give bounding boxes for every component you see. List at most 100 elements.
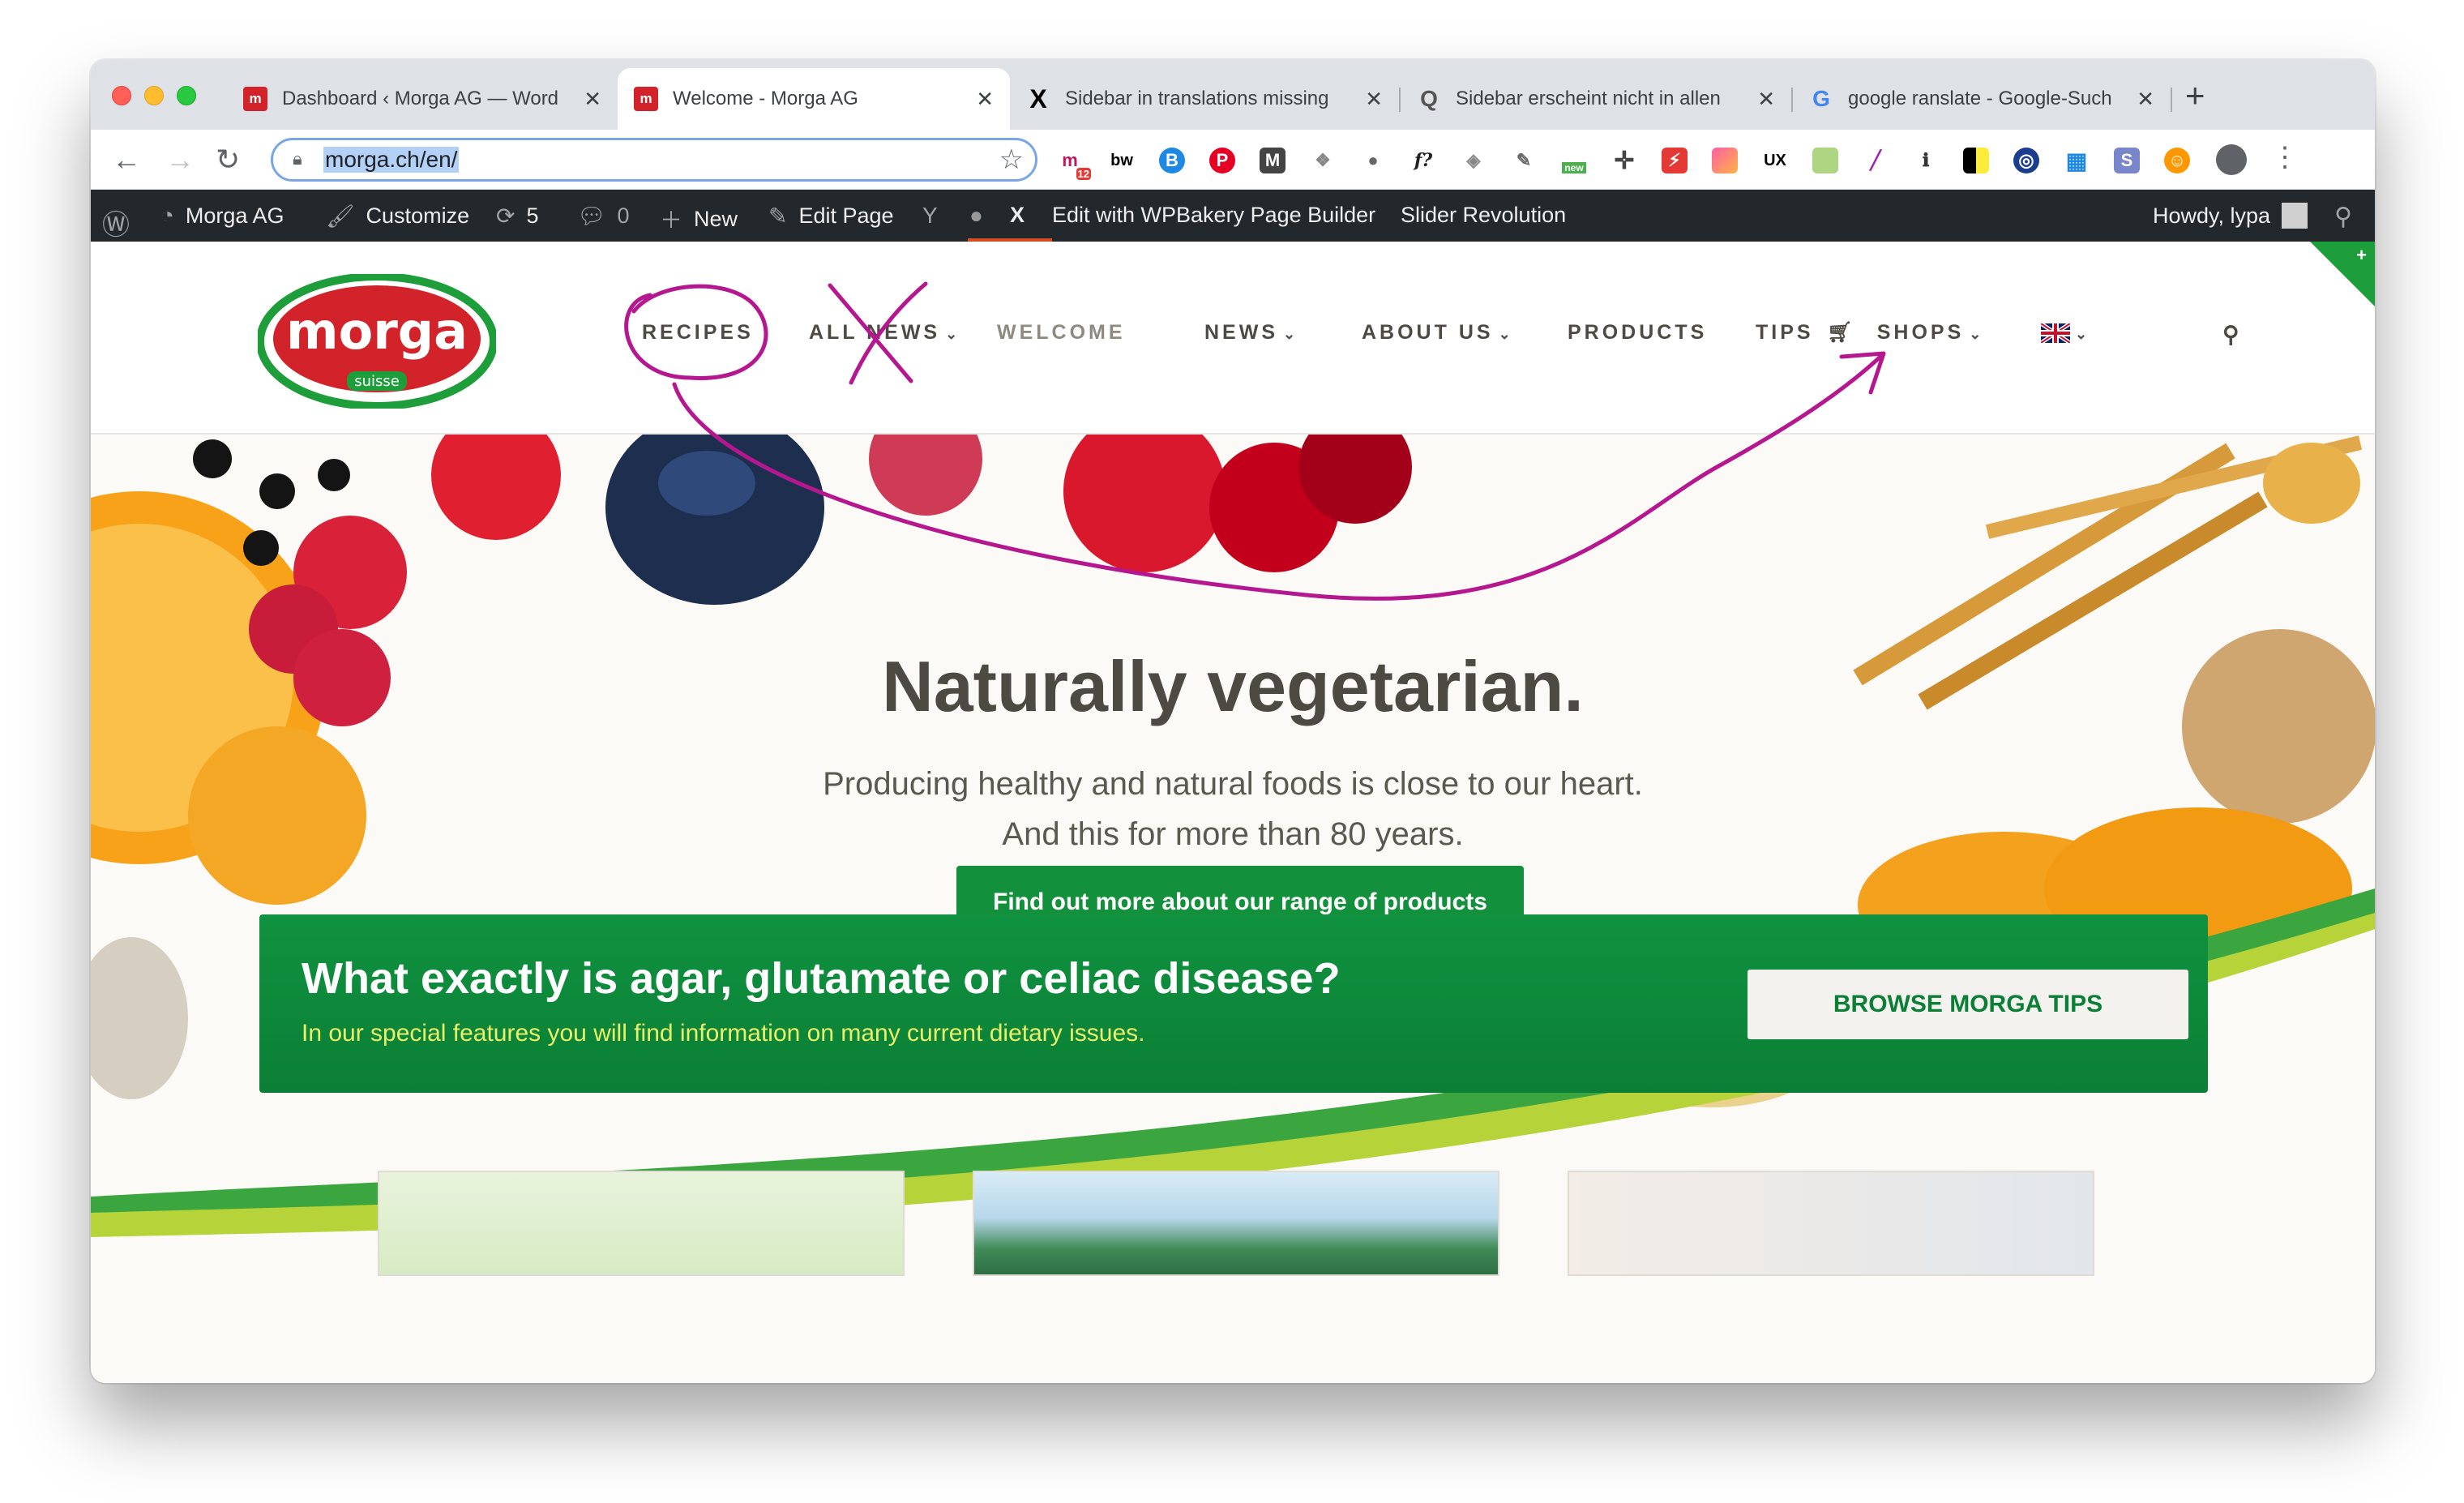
comment-bubble-icon: 💬︎ (577, 203, 606, 229)
address-bar[interactable]: 🔒︎ morga.ch/en/ ☆ (271, 138, 1037, 182)
teaser-card-landscape[interactable] (973, 1171, 1499, 1276)
extension-yellow-icon[interactable] (1963, 148, 1989, 173)
minimize-window-button[interactable] (144, 86, 164, 105)
profile-avatar-icon[interactable] (2216, 144, 2247, 175)
plus-icon[interactable]: + (2356, 245, 2367, 266)
nav-news[interactable]: NEWS ⌄ (1204, 321, 1295, 345)
cart-icon: 🛒︎ (1827, 321, 1853, 344)
eyedropper-icon[interactable]: ✎ (1511, 148, 1537, 173)
tab-sidebar-erscheint[interactable]: Q Sidebar erscheint nicht in allen ✕ (1401, 68, 1791, 130)
nav-shops[interactable]: 🛒︎ SHOPS ⌄ (1827, 321, 1981, 345)
extension-new-icon[interactable]: new (1561, 148, 1587, 173)
language-switcher[interactable]: ⌄ (2039, 321, 2088, 345)
updates-icon: ⟳ (496, 203, 515, 229)
ab-wpbakery[interactable]: Edit with WPBakery Page Builder (1052, 203, 1375, 228)
close-window-button[interactable] (112, 86, 131, 105)
color-picker-icon[interactable] (1712, 148, 1738, 173)
bookmark-star-icon[interactable]: ☆ (999, 143, 1024, 176)
site-header: morga suisse RECIPES ALL NEWS ⌄ WELCOME N… (91, 242, 2375, 435)
ab-updates[interactable]: ⟳ 5 (496, 203, 539, 229)
tab-sidebar-missing[interactable]: X Sidebar in translations missing ✕ (1010, 68, 1399, 130)
wordpress-logo-icon[interactable]: Ⓦ (102, 203, 141, 242)
ab-howdy[interactable]: Howdy, lypa (2153, 203, 2308, 229)
extension-leaf-icon[interactable]: ❖ (1310, 148, 1336, 173)
extension-bw-icon[interactable]: bw (1109, 148, 1135, 173)
ab-comments[interactable]: 💬︎ 0 (577, 203, 630, 229)
tab-welcome[interactable]: m Welcome - Morga AG ✕ (618, 68, 1010, 130)
info-icon[interactable]: ℹ (1913, 148, 1939, 173)
customize-label: Customize (366, 203, 470, 228)
nav-about-us[interactable]: ABOUT US ⌄ (1362, 321, 1511, 345)
extension-orange-icon[interactable]: ☺ (2164, 148, 2190, 173)
gmail-m-icon[interactable]: M (1260, 148, 1285, 173)
nav-tips[interactable]: TIPS (1756, 321, 1814, 345)
close-icon[interactable]: ✕ (584, 87, 601, 112)
web-page: morga suisse RECIPES ALL NEWS ⌄ WELCOME N… (91, 242, 2375, 1383)
nav-shops-label: SHOPS (1876, 321, 1965, 344)
close-icon[interactable]: ✕ (1757, 87, 1775, 112)
tab-title: Dashboard ‹ Morga AG — Word (282, 88, 559, 109)
ab-site-name[interactable]: ◔ Morga AG (160, 203, 284, 229)
search-icon[interactable]: ⚲ (2334, 203, 2363, 231)
extension-green-icon[interactable] (1812, 148, 1838, 173)
tab-google[interactable]: G google ranslate - Google-Such ✕ (1793, 68, 2171, 130)
pen-icon[interactable]: ╱ (1863, 148, 1889, 173)
extension-bolt-icon[interactable]: ⚡︎ (1662, 148, 1688, 173)
site-search-icon[interactable]: ⚲ (2222, 321, 2243, 348)
ab-new[interactable]: ＋ New (660, 203, 738, 235)
banner-title: What exactly is agar, glutamate or celia… (302, 954, 1341, 1003)
ab-slider-revolution[interactable]: Slider Revolution (1401, 203, 1566, 228)
new-label: New (694, 206, 738, 231)
wp-admin-bar: Ⓦ ◔ Morga AG 🖌︎ Customize ⟳ 5 💬︎ 0 ＋ New… (91, 190, 2375, 242)
address-url[interactable]: morga.ch/en/ (323, 147, 460, 173)
back-arrow-icon[interactable]: ← (112, 143, 141, 177)
ab-customize[interactable]: 🖌︎ Customize (326, 203, 469, 229)
zoom-window-button[interactable] (177, 86, 196, 105)
howdy-label: Howdy, lypa (2153, 203, 2271, 228)
chevron-down-icon: ⌄ (2075, 326, 2088, 342)
ux-icon[interactable]: UX (1762, 148, 1788, 173)
chevron-down-icon: ⌄ (1969, 326, 1982, 342)
forward-arrow-icon[interactable]: → (165, 143, 195, 177)
browse-tips-button[interactable]: BROWSE MORGA TIPS (1747, 970, 2188, 1039)
browser-toolbar: ← → ↻ 🔒︎ morga.ch/en/ ☆ m 12 bw B P M ❖ ●… (91, 130, 2375, 190)
status-dot-icon[interactable]: ● (969, 203, 995, 229)
reload-icon[interactable]: ↻ (216, 143, 240, 177)
morga-icon: m (243, 87, 267, 111)
nav-all-news-label: ALL NEWS (809, 321, 941, 344)
new-tab-button[interactable]: + (2185, 76, 2205, 115)
dropbox-icon[interactable]: ◈ (1461, 148, 1487, 173)
extension-s-icon[interactable]: S (2114, 148, 2140, 173)
nav-recipes[interactable]: RECIPES (642, 321, 754, 345)
yoast-icon[interactable]: Y (922, 203, 949, 229)
close-icon[interactable]: ✕ (976, 87, 994, 112)
tab-divider (2171, 88, 2172, 112)
extension-blue-circle-icon[interactable]: ◎ (2013, 148, 2039, 173)
menu-dots-icon[interactable]: ⋮ (2271, 141, 2299, 173)
extension-circle-icon[interactable]: ● (1360, 148, 1386, 173)
grid-icon[interactable]: ▦ (2064, 148, 2090, 173)
uk-flag-icon (2039, 322, 2072, 345)
teaser-card-products[interactable] (378, 1171, 905, 1276)
nav-news-label: NEWS (1204, 321, 1278, 344)
morga-logo[interactable]: morga suisse (258, 274, 496, 409)
extension-b-icon[interactable]: B (1159, 148, 1185, 173)
nav-all-news[interactable]: ALL NEWS ⌄ (809, 321, 957, 345)
x-icon: X (1029, 84, 1047, 113)
nav-products[interactable]: PRODUCTS (1568, 321, 1707, 345)
dashboard-gauge-icon: ◔ (160, 203, 174, 228)
tab-dashboard[interactable]: m Dashboard ‹ Morga AG — Word ✕ (227, 68, 618, 130)
ab-edit-page[interactable]: ✎ Edit Page (768, 203, 894, 229)
extension-m-icon[interactable]: m 12 (1057, 148, 1091, 180)
close-icon[interactable]: ✕ (2137, 87, 2154, 112)
teaser-card-chef[interactable] (1568, 1171, 2094, 1276)
chevron-down-icon: ⌄ (1498, 326, 1511, 342)
ab-x[interactable]: X (1010, 203, 1025, 228)
close-icon[interactable]: ✕ (1365, 87, 1383, 112)
fx-icon[interactable]: f? (1410, 148, 1436, 173)
move-crosshair-icon[interactable]: ✛ (1611, 148, 1637, 174)
site-name-label: Morga AG (185, 203, 284, 228)
nav-welcome[interactable]: WELCOME (997, 321, 1126, 345)
pinterest-icon[interactable]: P (1209, 148, 1235, 173)
hero-title: Naturally vegetarian. (882, 646, 1584, 726)
